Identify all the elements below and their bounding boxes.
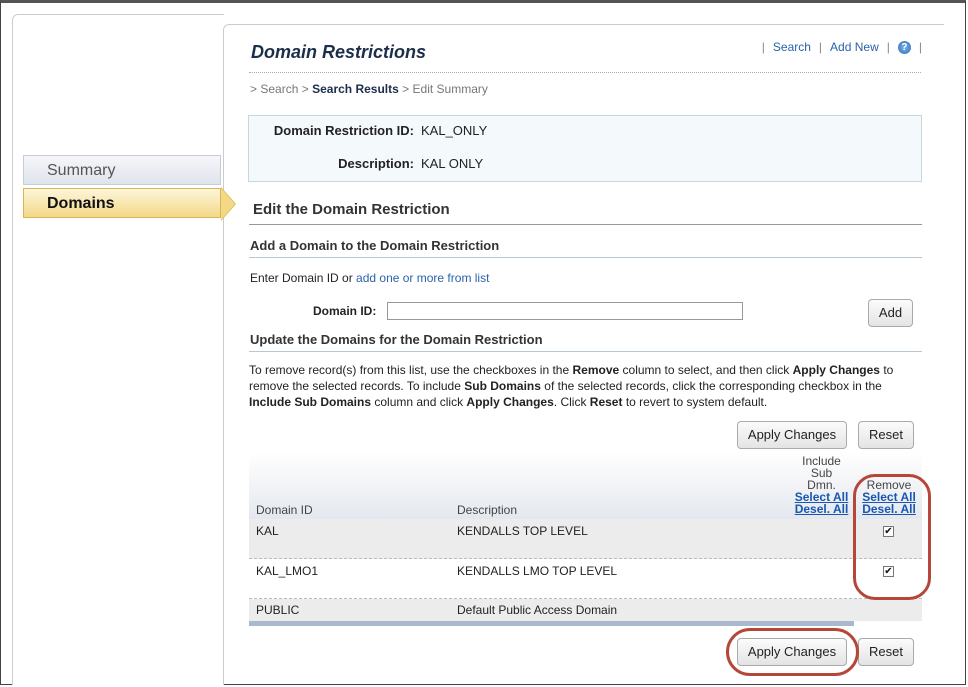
description-cell: KENDALLS LMO TOP LEVEL: [457, 564, 618, 578]
domain-id-label: Domain ID:: [313, 304, 377, 318]
nav-item-summary[interactable]: Summary: [23, 155, 221, 185]
separator: |: [761, 40, 765, 54]
domains-table: Domain ID Description Include Sub Dmn. S…: [249, 452, 922, 626]
separator: |: [886, 40, 890, 54]
domain-id-cell: KAL_LMO1: [256, 564, 319, 578]
description-label: Description:: [338, 156, 414, 171]
enter-domain-text: Enter Domain ID or add one or more from …: [250, 271, 489, 285]
page-title: Domain Restrictions: [251, 42, 427, 62]
domain-id-cell: PUBLIC: [256, 603, 300, 617]
remove-column-highlight: [853, 474, 931, 600]
add-from-list-link[interactable]: add one or more from list: [356, 271, 489, 285]
table-scrollbar[interactable]: [249, 621, 854, 626]
add-domain-heading: Add a Domain to the Domain Restriction: [250, 238, 500, 253]
reset-button-top[interactable]: Reset: [858, 421, 914, 449]
divider: [249, 72, 921, 73]
breadcrumb-sep: >: [301, 82, 309, 96]
breadcrumb-current: Edit Summary: [412, 82, 488, 96]
description-cell: KENDALLS TOP LEVEL: [457, 524, 588, 538]
apply-changes-button-top[interactable]: Apply Changes: [737, 421, 847, 449]
breadcrumb: > Search > Search Results > Edit Summary: [250, 82, 488, 96]
search-link[interactable]: Search: [773, 40, 811, 54]
restriction-id-value: KAL_ONLY: [421, 123, 488, 138]
table-row: PUBLIC Default Public Access Domain: [249, 599, 922, 621]
table-row: KAL KENDALLS TOP LEVEL ✔: [249, 519, 922, 559]
table-header: Domain ID Description Include Sub Dmn. S…: [249, 452, 922, 520]
help-icon[interactable]: ?: [897, 40, 911, 54]
col-domain-id: Domain ID: [256, 503, 313, 517]
col-include-sub-domains: Include Sub Dmn. Select All Desel. All: [794, 454, 849, 516]
update-domains-heading: Update the Domains for the Domain Restri…: [250, 332, 543, 347]
enter-domain-prefix: Enter Domain ID or: [250, 271, 353, 285]
separator: |: [818, 40, 823, 54]
breadcrumb-sep: >: [250, 82, 258, 96]
add-button[interactable]: Add: [868, 299, 913, 327]
divider: [249, 224, 922, 225]
separator: |: [918, 40, 922, 54]
nav-active-arrow: [221, 188, 235, 220]
add-new-link[interactable]: Add New: [830, 40, 879, 54]
breadcrumb-sep: >: [402, 82, 410, 96]
left-panel: [12, 14, 224, 685]
summary-info-box: Domain Restriction ID: KAL_ONLY Descript…: [248, 115, 922, 182]
divider: [249, 351, 922, 352]
domain-id-input[interactable]: [387, 302, 743, 320]
apply-changes-highlight: [726, 628, 859, 676]
instructions-text: To remove record(s) from this list, use …: [249, 363, 894, 409]
header-links: | Search | Add New | ? |: [762, 40, 922, 54]
table-row: KAL_LMO1 KENDALLS LMO TOP LEVEL ✔: [249, 559, 922, 599]
description-value: KAL ONLY: [421, 156, 484, 171]
breadcrumb-search-results[interactable]: Search Results: [312, 82, 399, 96]
col-description: Description: [457, 503, 518, 517]
domain-id-cell: KAL: [256, 524, 279, 538]
divider: [249, 257, 922, 258]
reset-button-bottom[interactable]: Reset: [858, 638, 914, 666]
nav-item-domains[interactable]: Domains: [23, 188, 221, 218]
edit-heading: Edit the Domain Restriction: [253, 201, 450, 218]
restriction-id-label: Domain Restriction ID:: [273, 123, 414, 138]
breadcrumb-search[interactable]: Search: [260, 82, 298, 96]
include-desel-all-link[interactable]: Desel. All: [794, 503, 849, 515]
description-cell: Default Public Access Domain: [457, 603, 618, 617]
